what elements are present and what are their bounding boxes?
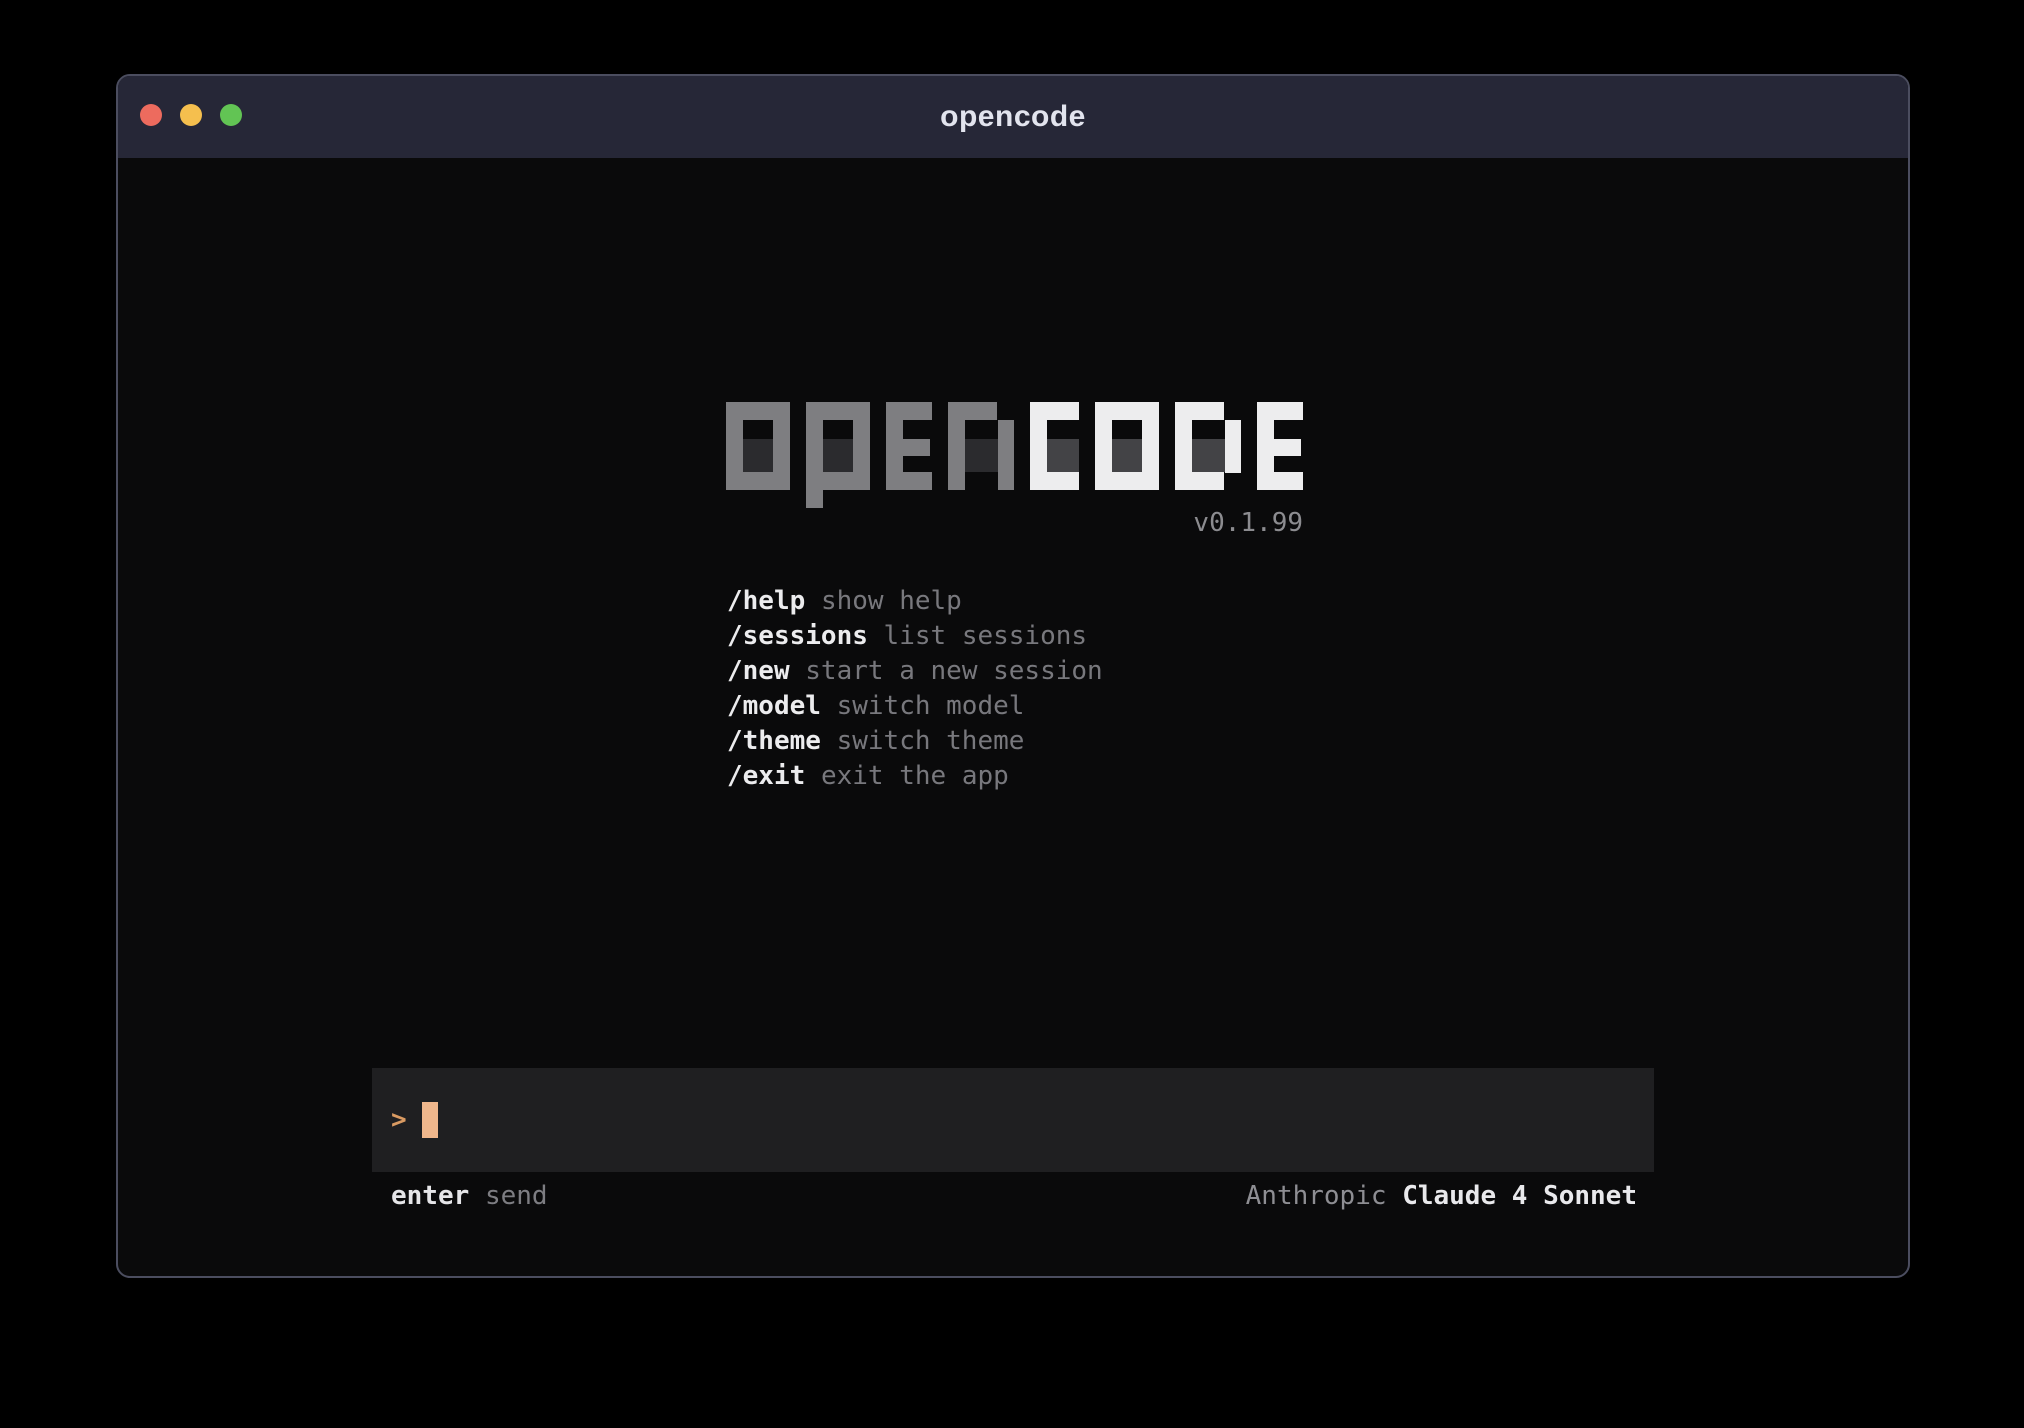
prompt-symbol: > <box>391 1105 407 1135</box>
command-row: /theme switch theme <box>727 724 1103 759</box>
zoom-button[interactable] <box>220 104 242 126</box>
app-window: opencode v0.1.99 /help show help /sessio… <box>116 74 1910 1278</box>
command-row: /exit exit the app <box>727 759 1103 794</box>
command-row: /sessions list sessions <box>727 619 1103 654</box>
send-action-label: send <box>485 1181 548 1211</box>
command-name: /sessions <box>727 621 868 651</box>
command-description: exit the app <box>821 761 1009 791</box>
command-name: /model <box>727 691 821 721</box>
command-list: /help show help /sessions list sessions … <box>727 584 1103 794</box>
command-name: /theme <box>727 726 821 756</box>
command-description: list sessions <box>884 621 1088 651</box>
command-name: /new <box>727 656 790 686</box>
command-description: show help <box>821 586 962 616</box>
opencode-logo <box>726 402 1303 510</box>
window-title: opencode <box>118 100 1908 134</box>
command-name: /help <box>727 586 805 616</box>
provider-label: Anthropic <box>1246 1181 1387 1211</box>
command-description: switch model <box>837 691 1025 721</box>
text-cursor <box>422 1102 438 1138</box>
minimize-button[interactable] <box>180 104 202 126</box>
command-description: switch theme <box>837 726 1025 756</box>
command-description: start a new session <box>805 656 1102 686</box>
traffic-lights <box>140 104 242 126</box>
enter-key-label: enter <box>391 1181 469 1211</box>
command-row: /model switch model <box>727 689 1103 724</box>
command-row: /new start a new session <box>727 654 1103 689</box>
model-label: Claude 4 Sonnet <box>1402 1181 1637 1211</box>
command-row: /help show help <box>727 584 1103 619</box>
close-button[interactable] <box>140 104 162 126</box>
command-name: /exit <box>727 761 805 791</box>
prompt-input[interactable]: > <box>372 1068 1654 1172</box>
status-bar: enter send Anthropic Claude 4 Sonnet <box>391 1180 1637 1212</box>
send-hint: enter send <box>391 1180 548 1212</box>
model-indicator: Anthropic Claude 4 Sonnet <box>1246 1180 1637 1212</box>
titlebar[interactable]: opencode <box>118 76 1908 158</box>
version-label: v0.1.99 <box>726 508 1303 538</box>
